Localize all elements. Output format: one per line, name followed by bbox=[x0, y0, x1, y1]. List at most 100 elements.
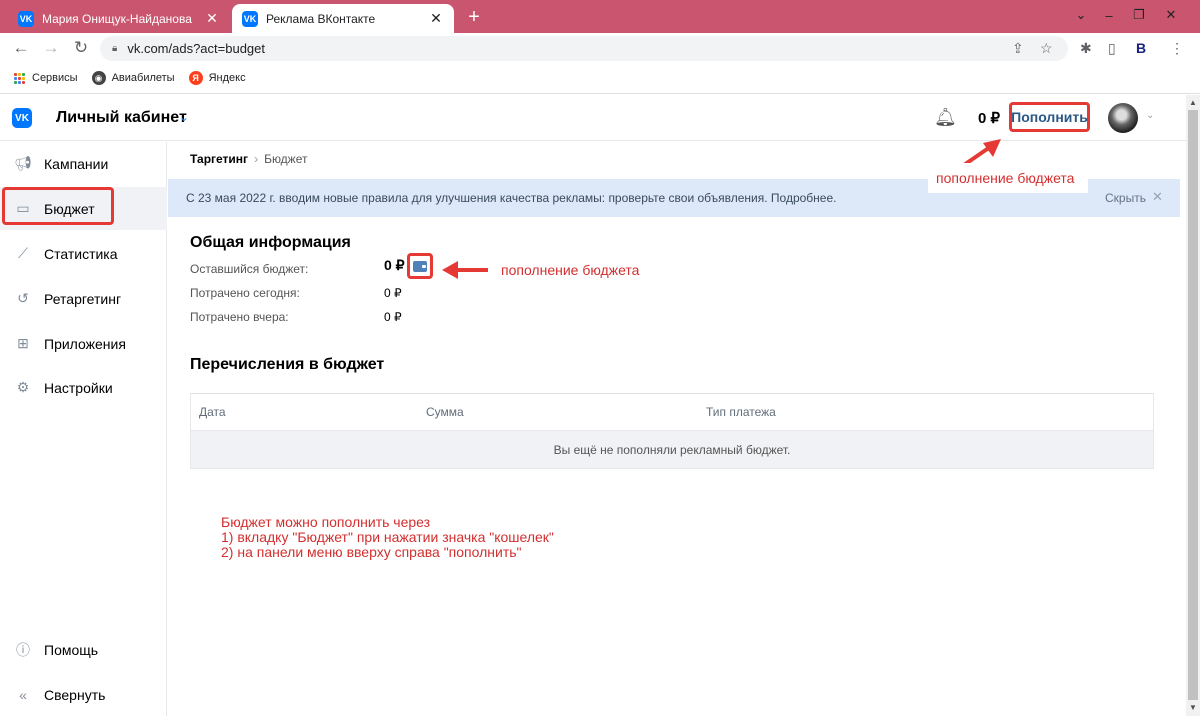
bell-icon[interactable]: 🔔︎ bbox=[934, 107, 957, 128]
sidebar-item-apps[interactable]: ⊞ Приложения bbox=[0, 322, 167, 365]
browser-tab-0[interactable]: VK Мария Онищук-Найданова ✕ bbox=[8, 4, 230, 33]
annotation-top-note: пополнение бюджета bbox=[936, 170, 1075, 186]
minimize-icon[interactable]: – bbox=[1094, 2, 1124, 28]
column-header-amount: Сумма bbox=[426, 405, 464, 419]
close-icon[interactable]: ✕ bbox=[1152, 189, 1163, 205]
scrollbar-thumb[interactable] bbox=[1188, 110, 1198, 700]
tab-close-icon[interactable]: ✕ bbox=[428, 10, 444, 27]
megaphone-icon: 📢︎ bbox=[14, 155, 32, 171]
tab-close-icon[interactable]: ✕ bbox=[204, 10, 220, 27]
wallet-topup-button[interactable] bbox=[407, 253, 433, 279]
remaining-budget-label: Оставшийся бюджет: bbox=[190, 262, 309, 276]
scroll-up-icon[interactable]: ▲ bbox=[1189, 98, 1197, 107]
annotation-line: 1) вкладку "Бюджет" при нажатии значка "… bbox=[221, 529, 554, 545]
sidebar-item-label: Свернуть bbox=[44, 686, 106, 703]
profile-icon[interactable]: B bbox=[1136, 40, 1146, 56]
annotation-line: Бюджет можно пополнить через bbox=[221, 514, 431, 530]
scroll-down-icon[interactable]: ▼ bbox=[1189, 703, 1197, 712]
hide-notice-link[interactable]: Скрыть bbox=[1105, 191, 1146, 205]
globe-icon: ◉ bbox=[91, 71, 106, 85]
bookmark-label: Авиабилеты bbox=[111, 72, 175, 84]
reload-icon[interactable]: ↻ bbox=[70, 37, 92, 59]
spent-today-value: 0 ₽ bbox=[384, 286, 402, 300]
tab-title: Мария Онищук-Найданова bbox=[42, 11, 192, 26]
spent-yesterday-value: 0 ₽ bbox=[384, 310, 402, 324]
empty-table-message: Вы ещё не пополняли рекламный бюджет. bbox=[191, 430, 1153, 468]
lock-icon: 🔒︎ bbox=[112, 43, 118, 54]
notice-text[interactable]: С 23 мая 2022 г. вводим новые правила дл… bbox=[186, 191, 837, 205]
general-info-title: Общая информация bbox=[190, 234, 351, 251]
chevron-down-icon[interactable]: ⌄ bbox=[1146, 110, 1154, 121]
sidebar-item-label: Настройки bbox=[44, 379, 113, 396]
sidebar-item-campaigns[interactable]: 📢︎ Кампании bbox=[0, 142, 167, 185]
breadcrumb-current: Бюджет bbox=[264, 152, 308, 166]
vk-logo-icon[interactable]: VK bbox=[12, 108, 32, 128]
spent-today-label: Потрачено сегодня: bbox=[190, 286, 300, 300]
sidebar-collapse[interactable]: « Свернуть bbox=[0, 673, 167, 716]
chevron-down-icon[interactable]: ⌄ bbox=[179, 110, 189, 124]
main-content: Таргетинг › Бюджет С 23 мая 2022 г. вводим… bbox=[168, 142, 1186, 716]
annotation-arrow-wallet bbox=[442, 261, 488, 279]
topup-button[interactable]: Пополнить bbox=[1009, 102, 1090, 132]
forward-icon[interactable]: → bbox=[40, 37, 62, 59]
apps-icon: ⊞ bbox=[17, 335, 29, 351]
restore-icon[interactable]: ❐ bbox=[1124, 2, 1154, 28]
back-icon[interactable]: ← bbox=[10, 37, 32, 59]
share-icon[interactable]: ⇪ bbox=[1012, 40, 1024, 57]
browser-tab-1[interactable]: VK Реклама ВКонтакте ✕ bbox=[232, 4, 454, 33]
bookmark-yandex[interactable]: Я Яндекс bbox=[188, 71, 246, 85]
chart-icon: ⟋ bbox=[18, 245, 28, 261]
avatar[interactable] bbox=[1108, 103, 1138, 133]
sidebar-item-settings[interactable]: ⚙ Настройки bbox=[0, 366, 167, 409]
tab-search-icon[interactable]: ⌄ bbox=[1066, 2, 1096, 28]
new-tab-button[interactable]: + bbox=[462, 5, 486, 29]
sidebar-item-statistics[interactable]: ⟋ Статистика bbox=[0, 232, 167, 275]
page: VK Личный кабинет ⌄ 🔔︎ 0 ₽ Пополнить ⌄ 📢… bbox=[0, 95, 1186, 716]
menu-icon[interactable]: ⋮ bbox=[1170, 40, 1184, 57]
bookmark-services[interactable]: Сервисы bbox=[12, 71, 78, 85]
annotation-line: 2) на панели меню вверху справа "пополни… bbox=[221, 544, 522, 560]
yandex-icon: Я bbox=[188, 71, 203, 85]
budget-highlight-frame bbox=[2, 187, 114, 225]
cabinet-title[interactable]: Личный кабинет bbox=[56, 109, 187, 127]
sidebar-item-help[interactable]: ⓘ Помощь bbox=[0, 628, 167, 671]
bookmark-label: Яндекс bbox=[208, 72, 246, 84]
app-header: VK Личный кабинет ⌄ 🔔︎ 0 ₽ Пополнить ⌄ bbox=[0, 95, 1186, 141]
sidebar-item-label: Статистика bbox=[44, 245, 118, 262]
sidebar-item-label: Ретаргетинг bbox=[44, 290, 122, 307]
breadcrumb: Таргетинг › Бюджет bbox=[190, 152, 307, 166]
transfers-table: Дата Сумма Тип платежа Вы ещё не пополня… bbox=[190, 393, 1154, 469]
vk-favicon-icon: VK bbox=[18, 10, 34, 27]
sidebar-item-label: Приложения bbox=[44, 335, 126, 352]
column-header-date: Дата bbox=[199, 405, 226, 419]
settings-icon: ⚙ bbox=[16, 379, 30, 395]
apps-grid-icon bbox=[12, 71, 26, 85]
collapse-icon: « bbox=[19, 686, 27, 703]
bookmark-star-icon[interactable]: ☆ bbox=[1040, 40, 1053, 57]
chevron-right-icon: › bbox=[254, 152, 259, 166]
annotation-instructions: Бюджет можно пополнить через 1) вкладку … bbox=[221, 515, 554, 560]
sidebar-item-retargeting[interactable]: ↺ Ретаргетинг bbox=[0, 277, 167, 320]
bookmark-label: Сервисы bbox=[32, 72, 78, 84]
sidebar-item-label: Помощь bbox=[44, 641, 99, 658]
retarget-icon: ↺ bbox=[17, 290, 29, 306]
header-balance: 0 ₽ bbox=[978, 110, 1001, 127]
spent-yesterday-label: Потрачено вчера: bbox=[190, 310, 289, 324]
breadcrumb-root[interactable]: Таргетинг bbox=[190, 152, 248, 166]
wallet-icon bbox=[413, 260, 427, 272]
sidebar: 📢︎ Кампании ▭ Бюджет ⟋ Статистика ↺ Рета… bbox=[0, 142, 167, 716]
bookmark-flights[interactable]: ◉ Авиабилеты bbox=[91, 71, 175, 85]
annotation-wallet-note: пополнение бюджета bbox=[501, 262, 640, 278]
extensions-icon[interactable]: ✱ bbox=[1080, 40, 1092, 57]
side-panel-icon[interactable]: ▯ bbox=[1108, 40, 1116, 57]
vk-favicon-icon: VK bbox=[242, 10, 258, 27]
tab-title: Реклама ВКонтакте bbox=[266, 11, 376, 26]
bookmarks-bar: Сервисы ◉ Авиабилеты Я Яндекс bbox=[0, 63, 1200, 94]
url-input[interactable]: 🔒︎ vk.com/ads?act=budget ⇪ ☆ bbox=[100, 36, 1068, 61]
close-window-icon[interactable]: ✕ bbox=[1156, 2, 1186, 28]
transfers-title: Перечисления в бюджет bbox=[190, 356, 385, 373]
help-icon: ⓘ bbox=[16, 641, 30, 658]
page-scrollbar[interactable]: ▲ ▼ bbox=[1186, 95, 1200, 716]
column-header-payment-type: Тип платежа bbox=[706, 405, 776, 419]
remaining-budget-value: 0 ₽ bbox=[384, 257, 405, 273]
